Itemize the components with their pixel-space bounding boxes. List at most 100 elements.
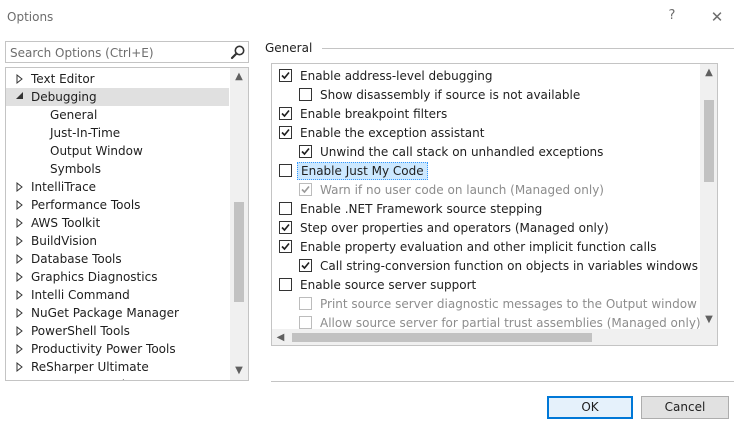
options-list[interactable]: Enable address-level debugging Show disas… — [271, 63, 718, 346]
tree-item[interactable]: Output Window — [6, 142, 229, 160]
tree-item-label: AWS Toolkit — [31, 216, 101, 230]
option-label: Warn if no user code on launch (Managed … — [320, 183, 604, 197]
search-box[interactable] — [5, 41, 249, 63]
option-label: Show disassembly if source is not availa… — [320, 88, 581, 102]
option-checkbox[interactable] — [279, 240, 292, 253]
search-input[interactable] — [10, 45, 220, 60]
tree-scrollbar[interactable]: ▲ ▼ — [230, 68, 248, 380]
tree-item-label: Symbols — [50, 162, 101, 176]
tree-item[interactable]: Productivity Power Tools — [6, 340, 229, 358]
section-divider — [322, 48, 734, 49]
tree-item[interactable]: General — [6, 106, 229, 124]
option-label: Enable breakpoint filters — [300, 107, 448, 121]
option-checkbox[interactable] — [279, 126, 292, 139]
tree-item-label: General — [50, 108, 98, 122]
options-horizontal-scrollbar[interactable]: ◀ — [272, 329, 700, 345]
tree-item-label: Graphics Diagnostics — [31, 270, 158, 284]
tree-item[interactable]: SQL Server Tools — [6, 376, 229, 380]
option-label: Enable address-level debugging — [300, 69, 493, 83]
collapsed-triangle-icon[interactable] — [14, 376, 26, 380]
checkmark-icon — [281, 242, 290, 251]
section-title: General — [265, 41, 313, 55]
ok-button[interactable]: OK — [547, 396, 633, 419]
tree-item[interactable]: Database Tools — [6, 250, 229, 268]
collapsed-triangle-icon[interactable] — [14, 322, 26, 340]
option-checkbox[interactable] — [279, 107, 292, 120]
cancel-button[interactable]: Cancel — [641, 396, 729, 419]
help-button[interactable]: ? — [665, 8, 679, 26]
option-checkbox — [299, 297, 312, 310]
checkmark-icon — [281, 128, 290, 137]
tree-item-label: Intelli Command — [31, 288, 130, 302]
option-label: Allow source server for partial trust as… — [320, 316, 701, 330]
tree-item-label: Database Tools — [31, 252, 122, 266]
tree-item-label: NuGet Package Manager — [31, 306, 179, 320]
tree-item[interactable]: ReSharper Ultimate — [6, 358, 229, 376]
checkmark-icon — [281, 223, 290, 232]
options-scroll-thumb[interactable] — [704, 100, 714, 182]
option-checkbox[interactable] — [299, 88, 312, 101]
tree-item[interactable]: Symbols — [6, 160, 229, 178]
option-checkbox[interactable] — [299, 259, 312, 272]
footer-divider — [271, 381, 734, 382]
tree-item[interactable]: BuildVision — [6, 232, 229, 250]
tree-item[interactable]: Intelli Command — [6, 286, 229, 304]
collapsed-triangle-icon[interactable] — [14, 286, 26, 304]
collapsed-triangle-icon[interactable] — [14, 214, 26, 232]
option-label: Enable the exception assistant — [300, 126, 485, 140]
title-bar: Options ? ✕ — [0, 0, 742, 34]
collapsed-triangle-icon[interactable] — [14, 304, 26, 322]
tree-item[interactable]: Just-In-Time — [6, 124, 229, 142]
scroll-up-icon[interactable]: ▲ — [700, 64, 717, 82]
scroll-down-icon[interactable]: ▼ — [230, 362, 248, 380]
tree-item[interactable]: PowerShell Tools — [6, 322, 229, 340]
tree-item[interactable]: IntelliTrace — [6, 178, 229, 196]
option-checkbox[interactable] — [299, 145, 312, 158]
options-vertical-scrollbar[interactable]: ▲ ▼ — [700, 64, 717, 329]
tree-item[interactable]: NuGet Package Manager — [6, 304, 229, 322]
checkmark-icon — [301, 147, 310, 156]
collapsed-triangle-icon[interactable] — [14, 358, 26, 376]
tree-item[interactable]: Text Editor — [6, 70, 229, 88]
checkmark-icon — [281, 109, 290, 118]
search-icon[interactable] — [230, 44, 246, 60]
options-tree[interactable]: Text Editor Debugging General Just-In-Time O… — [5, 67, 249, 381]
tree-item-label: SQL Server Tools — [31, 376, 131, 380]
scrollbar-corner — [700, 329, 717, 345]
option-label: Enable source server support — [300, 278, 477, 292]
scroll-up-icon[interactable]: ▲ — [230, 68, 248, 86]
tree-item-label: IntelliTrace — [31, 180, 97, 194]
close-button[interactable]: ✕ — [709, 8, 725, 26]
tree-item[interactable]: Graphics Diagnostics — [6, 268, 229, 286]
tree-item[interactable]: Debugging — [6, 88, 229, 106]
collapsed-triangle-icon[interactable] — [14, 268, 26, 286]
expanded-triangle-icon[interactable] — [14, 88, 26, 106]
tree-item-label: Productivity Power Tools — [31, 342, 176, 356]
tree-item-label: BuildVision — [31, 234, 97, 248]
collapsed-triangle-icon[interactable] — [14, 196, 26, 214]
checkmark-icon — [301, 261, 310, 270]
option-checkbox[interactable] — [279, 278, 292, 291]
options-hscroll-thumb[interactable] — [292, 333, 592, 342]
tree-item-label: Text Editor — [31, 72, 95, 86]
collapsed-triangle-icon[interactable] — [14, 178, 26, 196]
option-checkbox[interactable] — [279, 221, 292, 234]
collapsed-triangle-icon[interactable] — [14, 232, 26, 250]
tree-scroll-thumb[interactable] — [234, 202, 244, 302]
tree-item-label: ReSharper Ultimate — [31, 360, 149, 374]
collapsed-triangle-icon[interactable] — [14, 340, 26, 358]
checkmark-icon — [301, 185, 310, 194]
collapsed-triangle-icon[interactable] — [14, 70, 26, 88]
option-checkbox[interactable] — [279, 202, 292, 215]
option-label: Enable property evaluation and other imp… — [300, 240, 657, 254]
collapsed-triangle-icon[interactable] — [14, 250, 26, 268]
scroll-down-icon[interactable]: ▼ — [700, 311, 717, 329]
tree-item-label: Output Window — [50, 144, 143, 158]
scroll-left-icon[interactable]: ◀ — [272, 329, 289, 345]
tree-item[interactable]: AWS Toolkit — [6, 214, 229, 232]
option-checkbox[interactable] — [279, 69, 292, 82]
option-label: Enable .NET Framework source stepping — [300, 202, 543, 216]
option-checkbox[interactable] — [279, 164, 292, 177]
tree-item-label: Performance Tools — [31, 198, 141, 212]
tree-item[interactable]: Performance Tools — [6, 196, 229, 214]
